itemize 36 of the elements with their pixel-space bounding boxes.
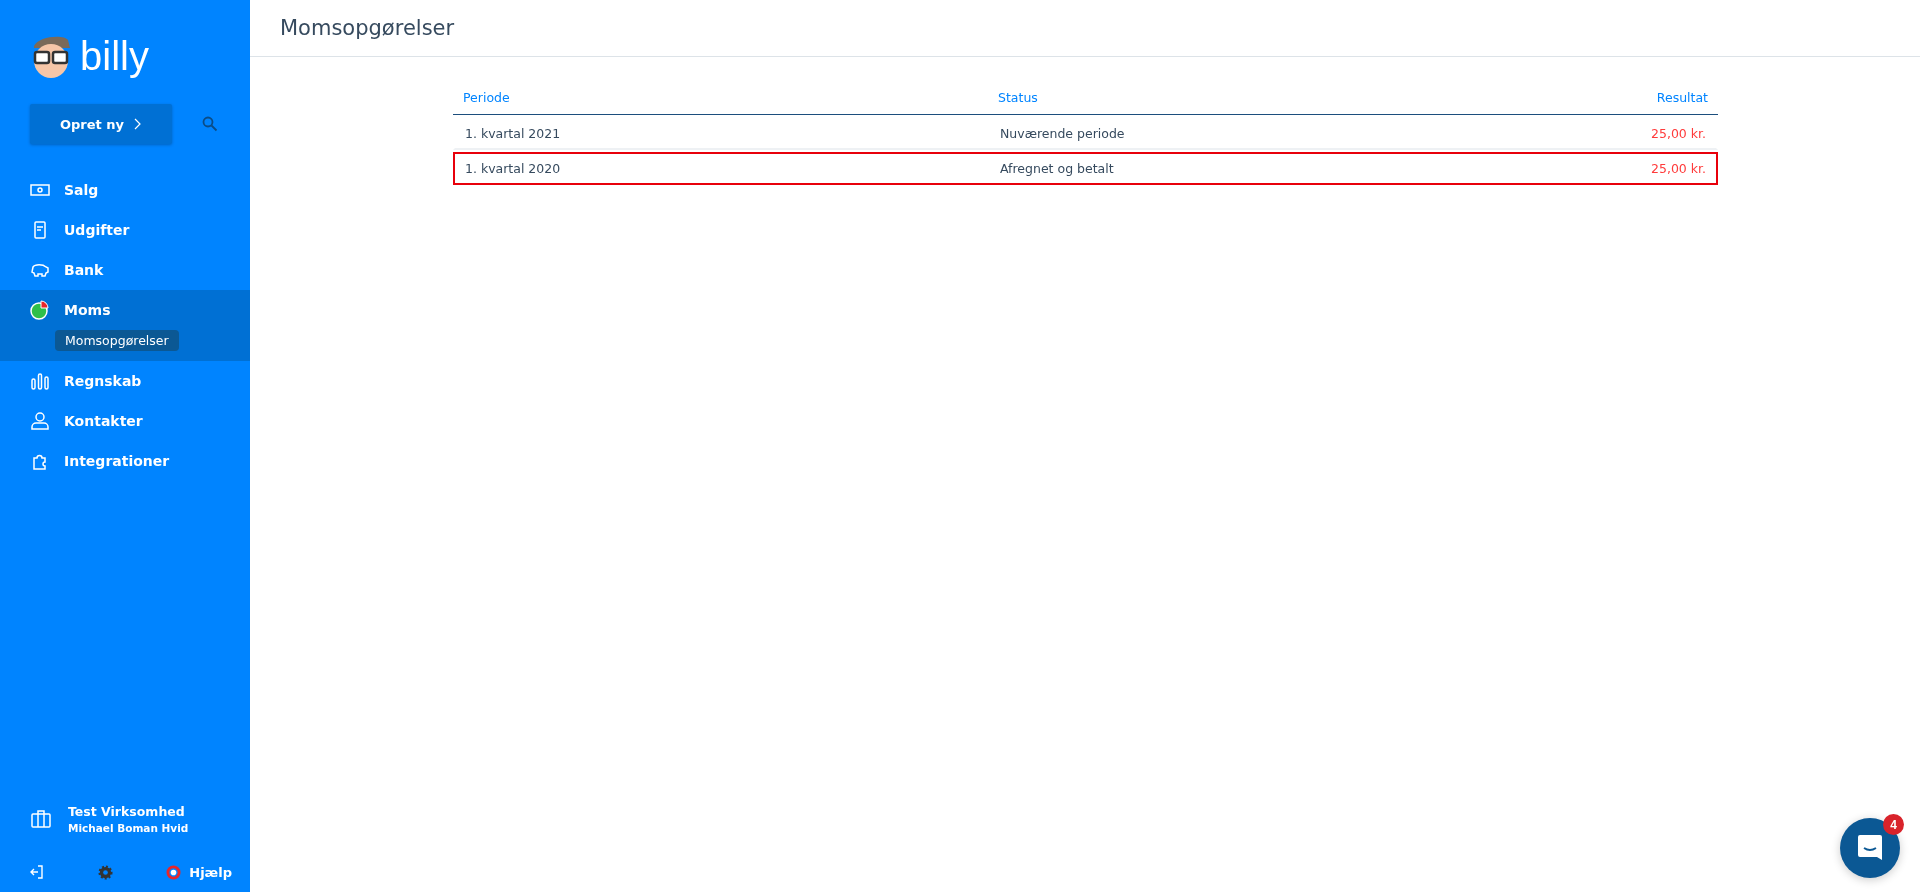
table-cell-text: Nuværende periode (1000, 126, 1126, 141)
company-name: Test Virksomhed (68, 804, 186, 819)
nav-item[interactable]: Integrationer (0, 441, 250, 481)
bar-chart-icon (30, 371, 50, 391)
briefcase-icon (30, 808, 52, 830)
highlighted-table-row[interactable]: 1. kvartal 2020 Afregnet og betalt 25,00 kr. (453, 152, 1718, 185)
logout-icon[interactable] (30, 864, 44, 880)
chat-bubble-icon (1857, 834, 1883, 862)
user-name: Michael Boman Hvid (68, 822, 189, 834)
nav-item[interactable]: Salg (0, 170, 250, 210)
nav-item[interactable]: Kontakter (0, 401, 250, 441)
help-link[interactable]: Hjælp (166, 864, 232, 880)
create-new-button[interactable]: Opret ny (30, 104, 172, 144)
lifebuoy-icon (166, 864, 182, 880)
chevron-right-icon (134, 118, 143, 130)
nav-item[interactable]: Bank (0, 250, 250, 290)
table-cell-text: 1. kvartal 2020 (465, 161, 562, 176)
column-header: Status (998, 90, 1039, 105)
nav-subitem[interactable]: Momsopgørelser (55, 330, 179, 351)
table-cell-text: 25,00 kr. (1650, 161, 1706, 176)
page-title: Momsopgørelser (280, 16, 455, 40)
nav-item[interactable]: Udgifter (0, 210, 250, 250)
column-header: Resultat (1655, 90, 1708, 105)
nav-item[interactable]: Moms (0, 290, 250, 330)
nav-item[interactable]: Regnskab (0, 361, 250, 401)
table-row[interactable]: 1. kvartal 2021 Nuværende periode 25,00 kr. (453, 117, 1718, 150)
search-icon[interactable] (202, 116, 218, 132)
column-header: Periode (463, 90, 511, 105)
table-cell-text: 1. kvartal 2021 (465, 126, 562, 141)
logo-text: billy (80, 33, 149, 79)
settings-icon[interactable] (97, 864, 113, 880)
pie-chart-icon (30, 300, 50, 320)
notification-badge: 4 (1883, 814, 1904, 835)
person-icon (30, 411, 50, 431)
table-cell-text: Afregnet og betalt (1000, 161, 1115, 176)
table-cell-text: 25,00 kr. (1650, 126, 1706, 141)
